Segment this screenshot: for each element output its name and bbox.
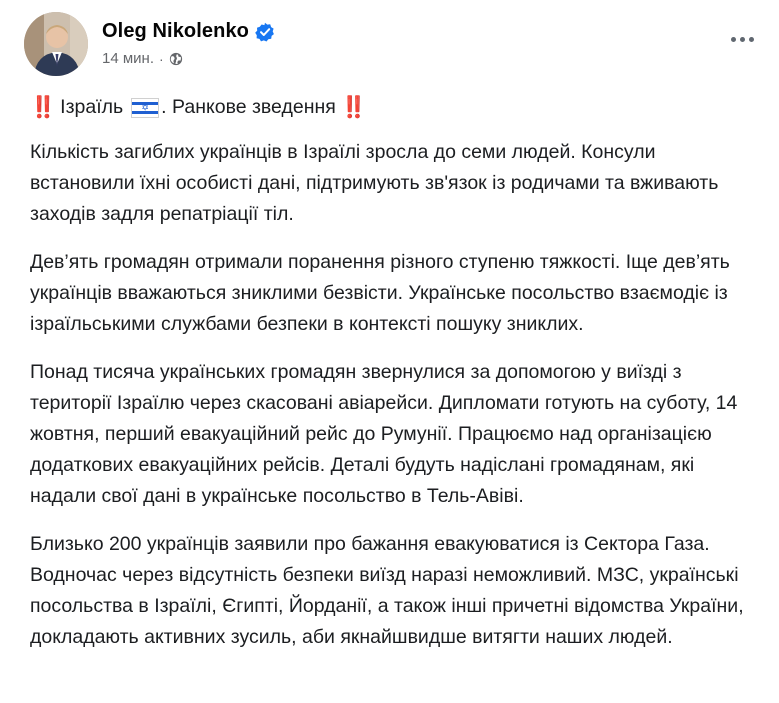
avatar-photo bbox=[24, 12, 88, 76]
meta-separator: · bbox=[159, 50, 164, 67]
double-exclamation-icon: ‼️ bbox=[30, 96, 56, 119]
author-name[interactable]: Oleg Nikolenko bbox=[102, 20, 249, 43]
verified-badge-icon bbox=[255, 22, 274, 41]
title-country: Ізраїль bbox=[60, 96, 124, 118]
double-exclamation-icon: ‼️ bbox=[340, 96, 367, 119]
post-timestamp[interactable]: 14 мин. bbox=[102, 50, 154, 67]
post-paragraph: Близько 200 українців заявили про бажанн… bbox=[30, 533, 744, 648]
author-name-row: Oleg Nikolenko bbox=[102, 20, 275, 43]
avatar[interactable] bbox=[24, 12, 88, 76]
post-paragraph: Кількість загиблих українців в Ізраїлі з… bbox=[30, 141, 719, 225]
post-header: Oleg Nikolenko 14 мин. · bbox=[24, 12, 759, 82]
globe-icon bbox=[169, 52, 182, 65]
post-meta: 14 мин. · bbox=[102, 50, 183, 67]
post-body: ‼️ Ізраїль ✡ . Ранкове зведення ‼️ Кільк… bbox=[30, 92, 765, 670]
post-paragraph: Дев’ять громадян отримали поранення різн… bbox=[30, 251, 730, 335]
post-paragraph: Понад тисяча українських громадян зверну… bbox=[30, 361, 738, 507]
israel-flag-icon: ✡ bbox=[131, 97, 160, 118]
title-summary: . Ранкове зведення bbox=[161, 96, 336, 118]
more-options-icon[interactable] bbox=[725, 26, 759, 52]
post-title: ‼️ Ізраїль ✡ . Ранкове зведення ‼️ bbox=[30, 92, 765, 123]
facebook-post: Oleg Nikolenko 14 мин. · ‼️ Ізраїль ✡ . … bbox=[0, 0, 779, 703]
